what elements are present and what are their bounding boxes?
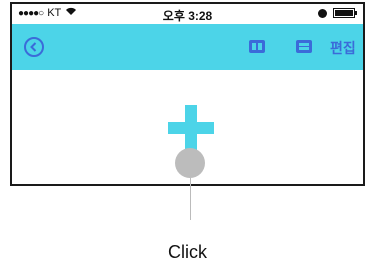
click-annotation-label: Click (168, 242, 207, 262)
callout-line (190, 178, 191, 220)
edit-button[interactable]: 편집 (330, 38, 356, 58)
nav-bar: 편집 (12, 24, 363, 70)
plus-icon[interactable] (168, 105, 214, 151)
touch-indicator (175, 148, 205, 178)
two-row-layout-icon[interactable] (296, 40, 312, 53)
battery-icon (333, 8, 357, 18)
back-arrow-icon (30, 42, 37, 52)
back-button[interactable] (24, 37, 44, 57)
alarm-icon (318, 8, 327, 18)
plus-icon-vertical (185, 105, 197, 151)
two-column-layout-icon[interactable] (249, 40, 265, 53)
status-right (318, 8, 357, 18)
status-bar: ●●●●○ KT 오후 3:28 (12, 4, 363, 24)
status-time: 오후 3:28 (162, 9, 213, 23)
